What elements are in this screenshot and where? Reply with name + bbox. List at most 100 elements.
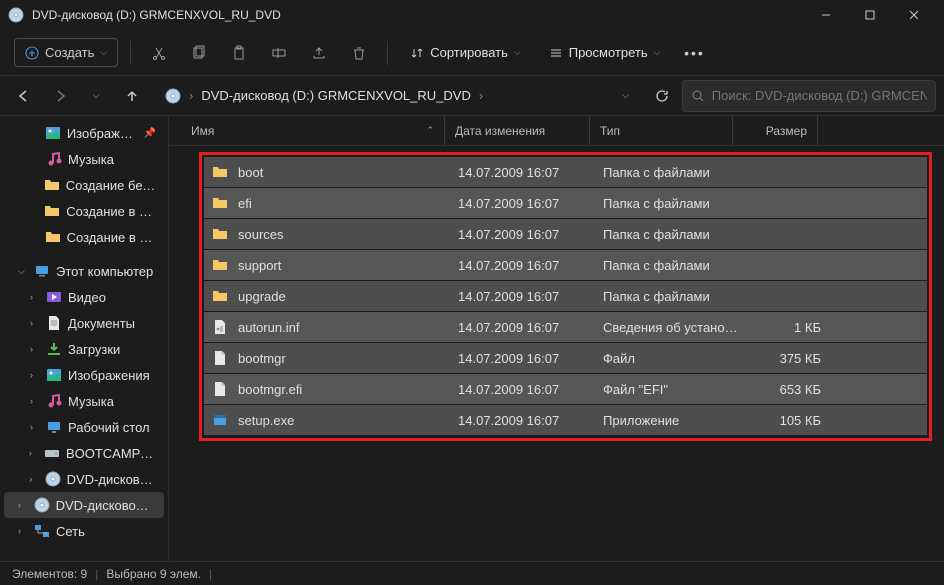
share-button[interactable]: [303, 37, 335, 69]
delete-button[interactable]: [343, 37, 375, 69]
table-row[interactable]: setup.exe 14.07.2009 16:07 Приложение 10…: [204, 405, 927, 435]
sidebar-item[interactable]: ›BOOTCAMP (C:): [4, 440, 164, 466]
folder-icon: [212, 164, 228, 180]
table-row[interactable]: support 14.07.2009 16:07 Папка с файлами: [204, 250, 927, 280]
chevron-down-icon[interactable]: ⌵: [622, 90, 629, 101]
table-row[interactable]: upgrade 14.07.2009 16:07 Папка с файлами: [204, 281, 927, 311]
breadcrumb[interactable]: › DVD-дисковод (D:) GRMCENXVOL_RU_DVD › …: [156, 80, 638, 112]
music-icon: [46, 151, 62, 167]
sidebar-item-label: Загрузки: [68, 342, 120, 357]
search-input[interactable]: [682, 80, 936, 112]
back-button[interactable]: [8, 80, 40, 112]
sidebar-item-label: DVD-дисковод (D: [56, 498, 156, 513]
sidebar-item-label: Музыка: [68, 394, 114, 409]
sidebar-item[interactable]: Изображени📌: [4, 120, 164, 146]
sidebar-item[interactable]: ›Документы: [4, 310, 164, 336]
table-row[interactable]: autorun.inf 14.07.2009 16:07 Сведения об…: [204, 312, 927, 342]
table-row[interactable]: sources 14.07.2009 16:07 Папка с файлами: [204, 219, 927, 249]
network-icon: [34, 523, 50, 539]
file-size: 1 КБ: [746, 320, 821, 335]
more-button[interactable]: •••: [678, 37, 710, 69]
close-button[interactable]: [892, 0, 936, 30]
refresh-button[interactable]: [646, 80, 678, 112]
sidebar-item-label: Создание в Win: [67, 230, 156, 245]
pictures-icon: [45, 125, 61, 141]
recent-button[interactable]: ⌵: [80, 80, 112, 112]
nav-bar: ⌵ › DVD-дисковод (D:) GRMCENXVOL_RU_DVD …: [0, 76, 944, 116]
sidebar-item-label: Музыка: [68, 152, 114, 167]
file-name: upgrade: [238, 289, 286, 304]
sidebar-item[interactable]: ›Сеть: [4, 518, 164, 544]
chevron-icon: ›: [30, 318, 40, 328]
file-name: bootmgr: [238, 351, 286, 366]
sidebar-item[interactable]: Создание без пр: [4, 172, 164, 198]
folder-icon: [44, 203, 60, 219]
chevron-down-icon: ⌵: [654, 47, 661, 58]
view-button[interactable]: Просмотреть ⌵: [539, 39, 671, 66]
sidebar-item[interactable]: Создание в Mac: [4, 198, 164, 224]
music-icon: [46, 393, 62, 409]
exe-icon: [212, 412, 228, 428]
chevron-icon: ›: [30, 292, 40, 302]
file-size: 105 КБ: [746, 413, 821, 428]
selection-highlight: boot 14.07.2009 16:07 Папка с файлами ef…: [199, 152, 932, 441]
folder-icon: [45, 229, 61, 245]
status-bar: Элементов: 9 | Выбрано 9 элем. |: [0, 561, 944, 585]
new-button[interactable]: Создать ⌵: [14, 38, 118, 67]
paste-button[interactable]: [223, 37, 255, 69]
sidebar-item[interactable]: Создание в Win: [4, 224, 164, 250]
chevron-icon: ›: [30, 396, 40, 406]
file-date: 14.07.2009 16:07: [458, 227, 603, 242]
file-list: boot 14.07.2009 16:07 Папка с файлами ef…: [169, 146, 944, 447]
sort-icon: [410, 46, 424, 60]
view-label: Просмотреть: [569, 45, 648, 60]
column-name[interactable]: Имя ⌃: [181, 116, 445, 145]
sort-button[interactable]: Сортировать ⌵: [400, 39, 531, 66]
new-label: Создать: [45, 45, 94, 60]
sidebar-item-label: Создание без пр: [66, 178, 156, 193]
minimize-button[interactable]: [804, 0, 848, 30]
file-name: sources: [238, 227, 284, 242]
up-button[interactable]: [116, 80, 148, 112]
title-bar: DVD-дисковод (D:) GRMCENXVOL_RU_DVD: [0, 0, 944, 30]
table-row[interactable]: bootmgr 14.07.2009 16:07 Файл 375 КБ: [204, 343, 927, 373]
file-type: Файл: [603, 351, 746, 366]
sidebar-item-label: BOOTCAMP (C:): [66, 446, 156, 461]
forward-button[interactable]: [44, 80, 76, 112]
window-title: DVD-дисковод (D:) GRMCENXVOL_RU_DVD: [32, 8, 804, 22]
chevron-icon: ⌵: [18, 266, 28, 277]
rename-button[interactable]: [263, 37, 295, 69]
cut-button[interactable]: [143, 37, 175, 69]
chevron-icon: ›: [30, 422, 40, 432]
file-type: Папка с файлами: [603, 165, 746, 180]
view-icon: [549, 46, 563, 60]
sidebar-item[interactable]: ›DVD-дисковод (D: [4, 492, 164, 518]
sidebar-item[interactable]: ›DVD-дисковод (: [4, 466, 164, 492]
status-item-count: Элементов: 9: [12, 567, 87, 581]
file-size: 653 КБ: [746, 382, 821, 397]
table-row[interactable]: bootmgr.efi 14.07.2009 16:07 Файл "EFI" …: [204, 374, 927, 404]
sidebar-item[interactable]: ›Видео: [4, 284, 164, 310]
copy-button[interactable]: [183, 37, 215, 69]
table-row[interactable]: efi 14.07.2009 16:07 Папка с файлами: [204, 188, 927, 218]
sidebar-item[interactable]: › Музыка: [4, 388, 164, 414]
column-date[interactable]: Дата изменения: [445, 116, 590, 145]
sidebar-item-label: Сеть: [56, 524, 85, 539]
sidebar-item[interactable]: ›Загрузки: [4, 336, 164, 362]
maximize-button[interactable]: [848, 0, 892, 30]
column-size[interactable]: Размер: [733, 116, 818, 145]
table-row[interactable]: boot 14.07.2009 16:07 Папка с файлами: [204, 157, 927, 187]
file-name: autorun.inf: [238, 320, 299, 335]
sidebar-item[interactable]: Музыка: [4, 146, 164, 172]
file-name: efi: [238, 196, 252, 211]
chevron-icon: ›: [30, 370, 40, 380]
sidebar-item[interactable]: ›Изображения: [4, 362, 164, 388]
sidebar-item[interactable]: ⌵ Этот компьютер: [4, 258, 164, 284]
chevron-down-icon: ⌵: [100, 47, 107, 58]
column-type[interactable]: Тип: [590, 116, 733, 145]
sidebar-item-label: Рабочий стол: [68, 420, 150, 435]
sidebar-item-label: Этот компьютер: [56, 264, 153, 279]
file-icon: [212, 350, 228, 366]
pictures-icon: [46, 367, 62, 383]
sidebar-item[interactable]: › Рабочий стол: [4, 414, 164, 440]
